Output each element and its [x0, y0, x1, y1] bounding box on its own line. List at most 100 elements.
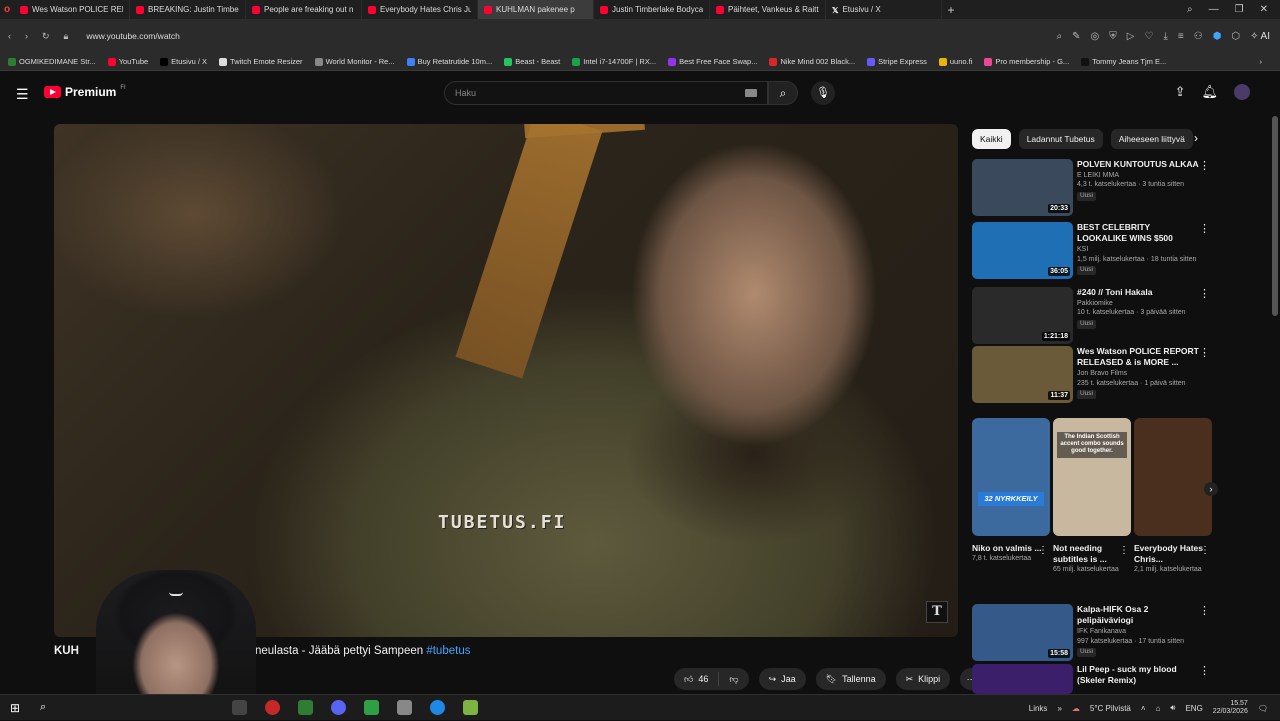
video-title-link[interactable]: Wes Watson POLICE REPORT RELEASED & is M… — [1077, 346, 1202, 368]
more-vert-icon[interactable]: ⋮ — [1199, 604, 1210, 617]
clock[interactable]: 15.57 22/03/2026 — [1213, 700, 1248, 717]
reload-icon[interactable]: ↻ — [42, 31, 50, 42]
more-vert-icon[interactable]: ⋮ — [1200, 545, 1210, 556]
bookmarks-overflow-icon[interactable]: › — [1260, 57, 1263, 66]
back-icon[interactable]: ‹ — [8, 31, 11, 41]
bookmark-item[interactable]: Best Free Face Swap... — [668, 57, 757, 66]
bookmark-item[interactable]: Buy Retatrutide 10m... — [406, 57, 492, 66]
video-thumbnail[interactable]: 15:58 — [972, 604, 1073, 661]
hamburger-menu-icon[interactable]: ☰ — [16, 86, 29, 103]
recommended-video[interactable]: 20:33 POLVEN KUNTOUTUS ALKAA E LEIKI MMA 4,… — [972, 159, 1212, 219]
download-icon[interactable]: ⤓ — [1163, 31, 1167, 42]
more-vert-icon[interactable]: ⋮ — [1199, 222, 1210, 235]
channel-name[interactable]: IFK Fanikanava — [1077, 627, 1202, 636]
url-field[interactable]: www.youtube.com/watch — [86, 31, 180, 41]
clip-button[interactable]: ✂ Klippi — [895, 668, 951, 690]
video-thumbnail[interactable]: 1:21:18 — [972, 287, 1073, 344]
scrollbar[interactable] — [1272, 116, 1278, 316]
recommended-video[interactable]: 36:05 BEST CELEBRITY LOOKALIKE WINS $500 K… — [972, 222, 1212, 282]
ai-button[interactable]: ✧ AI — [1250, 31, 1270, 42]
edit-icon[interactable]: ✎ — [1072, 31, 1080, 42]
short-thumbnail[interactable]: 32 NYRKKEILY — [972, 418, 1050, 536]
close-icon[interactable]: ✕ — [1260, 4, 1268, 15]
chip-related[interactable]: Aiheeseen liittyvä — [1110, 129, 1193, 149]
browser-tab[interactable]: 𝕏 Etusivu / X — [826, 0, 942, 19]
notification-icon[interactable]: 🗨︎ — [1258, 704, 1268, 713]
channel-name[interactable]: KSI — [1077, 245, 1202, 254]
discord-icon[interactable] — [331, 700, 346, 715]
upload-icon[interactable]: ⇪ — [1175, 84, 1186, 100]
browser-tab[interactable]: Wes Watson POLICE REPO — [14, 0, 130, 19]
camera-icon[interactable]: ◎ — [1091, 31, 1100, 42]
browser-tab-active[interactable]: KUHLMAN pakenee p — [478, 0, 594, 19]
more-vert-icon[interactable]: ⋮ — [1199, 287, 1210, 300]
bookmark-item[interactable]: YouTube — [107, 57, 148, 66]
keyboard-icon[interactable] — [745, 89, 757, 97]
bell-icon[interactable]: 🔔︎ — [1201, 84, 1218, 100]
like-button[interactable]: 👍︎ 46 — [674, 668, 718, 690]
video-title-link[interactable]: Lil Peep - suck my blood (Skeler Remix) — [1077, 664, 1202, 686]
recommended-video[interactable]: 15:58 Kalpa-HIFK Osa 2 pelipäiväviogi IFK … — [972, 604, 1212, 664]
maximize-icon[interactable]: ❐ — [1235, 4, 1244, 15]
search-input[interactable] — [445, 82, 767, 104]
browser-tab[interactable]: Everybody Hates Chris Ju — [362, 0, 478, 19]
network-icon[interactable]: ⌂ — [1156, 704, 1161, 713]
voice-search-button[interactable]: 🎙︎ — [811, 81, 835, 105]
recommended-video[interactable]: Lil Peep - suck my blood (Skeler Remix) ⋮ — [972, 664, 1212, 694]
new-tab-button[interactable]: + — [942, 3, 960, 17]
video-title-link[interactable]: BEST CELEBRITY LOOKALIKE WINS $500 — [1077, 222, 1202, 244]
share-button[interactable]: ↪ Jaa — [758, 668, 806, 690]
video-thumbnail[interactable] — [972, 664, 1073, 694]
edge-extension-icon[interactable]: ⬢ — [1213, 31, 1222, 42]
minimize-icon[interactable]: — — [1209, 4, 1219, 15]
task-view-icon[interactable] — [232, 700, 247, 715]
video-thumbnail[interactable]: 36:05 — [972, 222, 1073, 279]
app-icon[interactable] — [298, 700, 313, 715]
tray-up-icon[interactable]: ˄ — [1141, 704, 1146, 713]
search-tabs-icon[interactable]: ⌕ — [1187, 4, 1193, 15]
video-title-link[interactable]: Kalpa-HIFK Osa 2 pelipäiväviogi — [1077, 604, 1202, 626]
browser-tab[interactable]: People are freaking out n — [246, 0, 362, 19]
language[interactable]: ENG — [1185, 704, 1202, 713]
opera-icon[interactable] — [265, 700, 280, 715]
shorts-next-button[interactable]: › — [1204, 482, 1218, 496]
shield-icon[interactable]: ⛨ — [1109, 31, 1117, 42]
search-button[interactable]: ⌕ — [768, 81, 798, 105]
bookmark-item[interactable]: Etusivu / X — [160, 57, 207, 66]
volume-icon[interactable]: 🔊︎ — [1170, 703, 1175, 713]
bookmark-item[interactable]: uuno.fi — [938, 57, 972, 66]
bookmark-item[interactable]: Beast - Beast — [504, 57, 560, 66]
recommended-video[interactable]: 11:37 Wes Watson POLICE REPORT RELEASED &… — [972, 346, 1212, 406]
bookmark-item[interactable]: OGMIKEDIMANE Str... — [8, 57, 96, 66]
chevron-right-icon[interactable]: › — [1194, 131, 1198, 145]
video-thumbnail[interactable]: 20:33 — [972, 159, 1073, 216]
more-vert-icon[interactable]: ⋮ — [1199, 159, 1210, 172]
bookmark-item[interactable]: Intel i7-14700F | RX... — [572, 57, 656, 66]
browser-tab[interactable]: Justin Timberlake Bodyca — [594, 0, 710, 19]
links-toolbar[interactable]: Links — [1029, 704, 1048, 713]
recommended-video[interactable]: 1:21:18 #240 // Toni Hakala Pakkiomike 10 t… — [972, 287, 1212, 347]
browser-tab[interactable]: BREAKING: Justin Timberl — [130, 0, 246, 19]
extension-icon[interactable]: ⚇ — [1194, 31, 1203, 42]
app-icon[interactable] — [397, 700, 412, 715]
bookmark-item[interactable]: World Monitor - Re... — [314, 57, 395, 66]
bookmark-item[interactable]: Pro membership - G... — [984, 57, 1069, 66]
chevron-icon[interactable]: » — [1057, 704, 1061, 713]
browser-menu-icon[interactable]: o — [0, 0, 14, 19]
channel-name[interactable]: Pakkiomike — [1077, 299, 1202, 308]
chip-uploaded-by[interactable]: Ladannut Tubetus — [1018, 129, 1103, 149]
app-icon[interactable] — [364, 700, 379, 715]
menu-icon[interactable]: ≡ — [1178, 31, 1184, 42]
video-title-link[interactable]: #240 // Toni Hakala — [1077, 287, 1202, 298]
more-vert-icon[interactable]: ⋮ — [1199, 664, 1210, 677]
edge-icon[interactable] — [430, 700, 445, 715]
dislike-button[interactable]: 👎︎ — [719, 668, 748, 690]
bookmark-item[interactable]: Twitch Emote Resizer — [219, 57, 303, 66]
forward-icon[interactable]: › — [25, 31, 28, 41]
bookmark-item[interactable]: Tommy Jeans Tjm E... — [1081, 57, 1166, 66]
save-button[interactable]: 🔖︎ Tallenna — [815, 668, 886, 690]
short-thumbnail[interactable]: The Indian Scottish accent combo sounds … — [1053, 418, 1131, 536]
hashtag-link[interactable]: #tubetus — [426, 645, 470, 657]
channel-name[interactable]: Jon Bravo Films — [1077, 369, 1202, 378]
channel-name[interactable]: E LEIKI MMA — [1077, 171, 1202, 180]
